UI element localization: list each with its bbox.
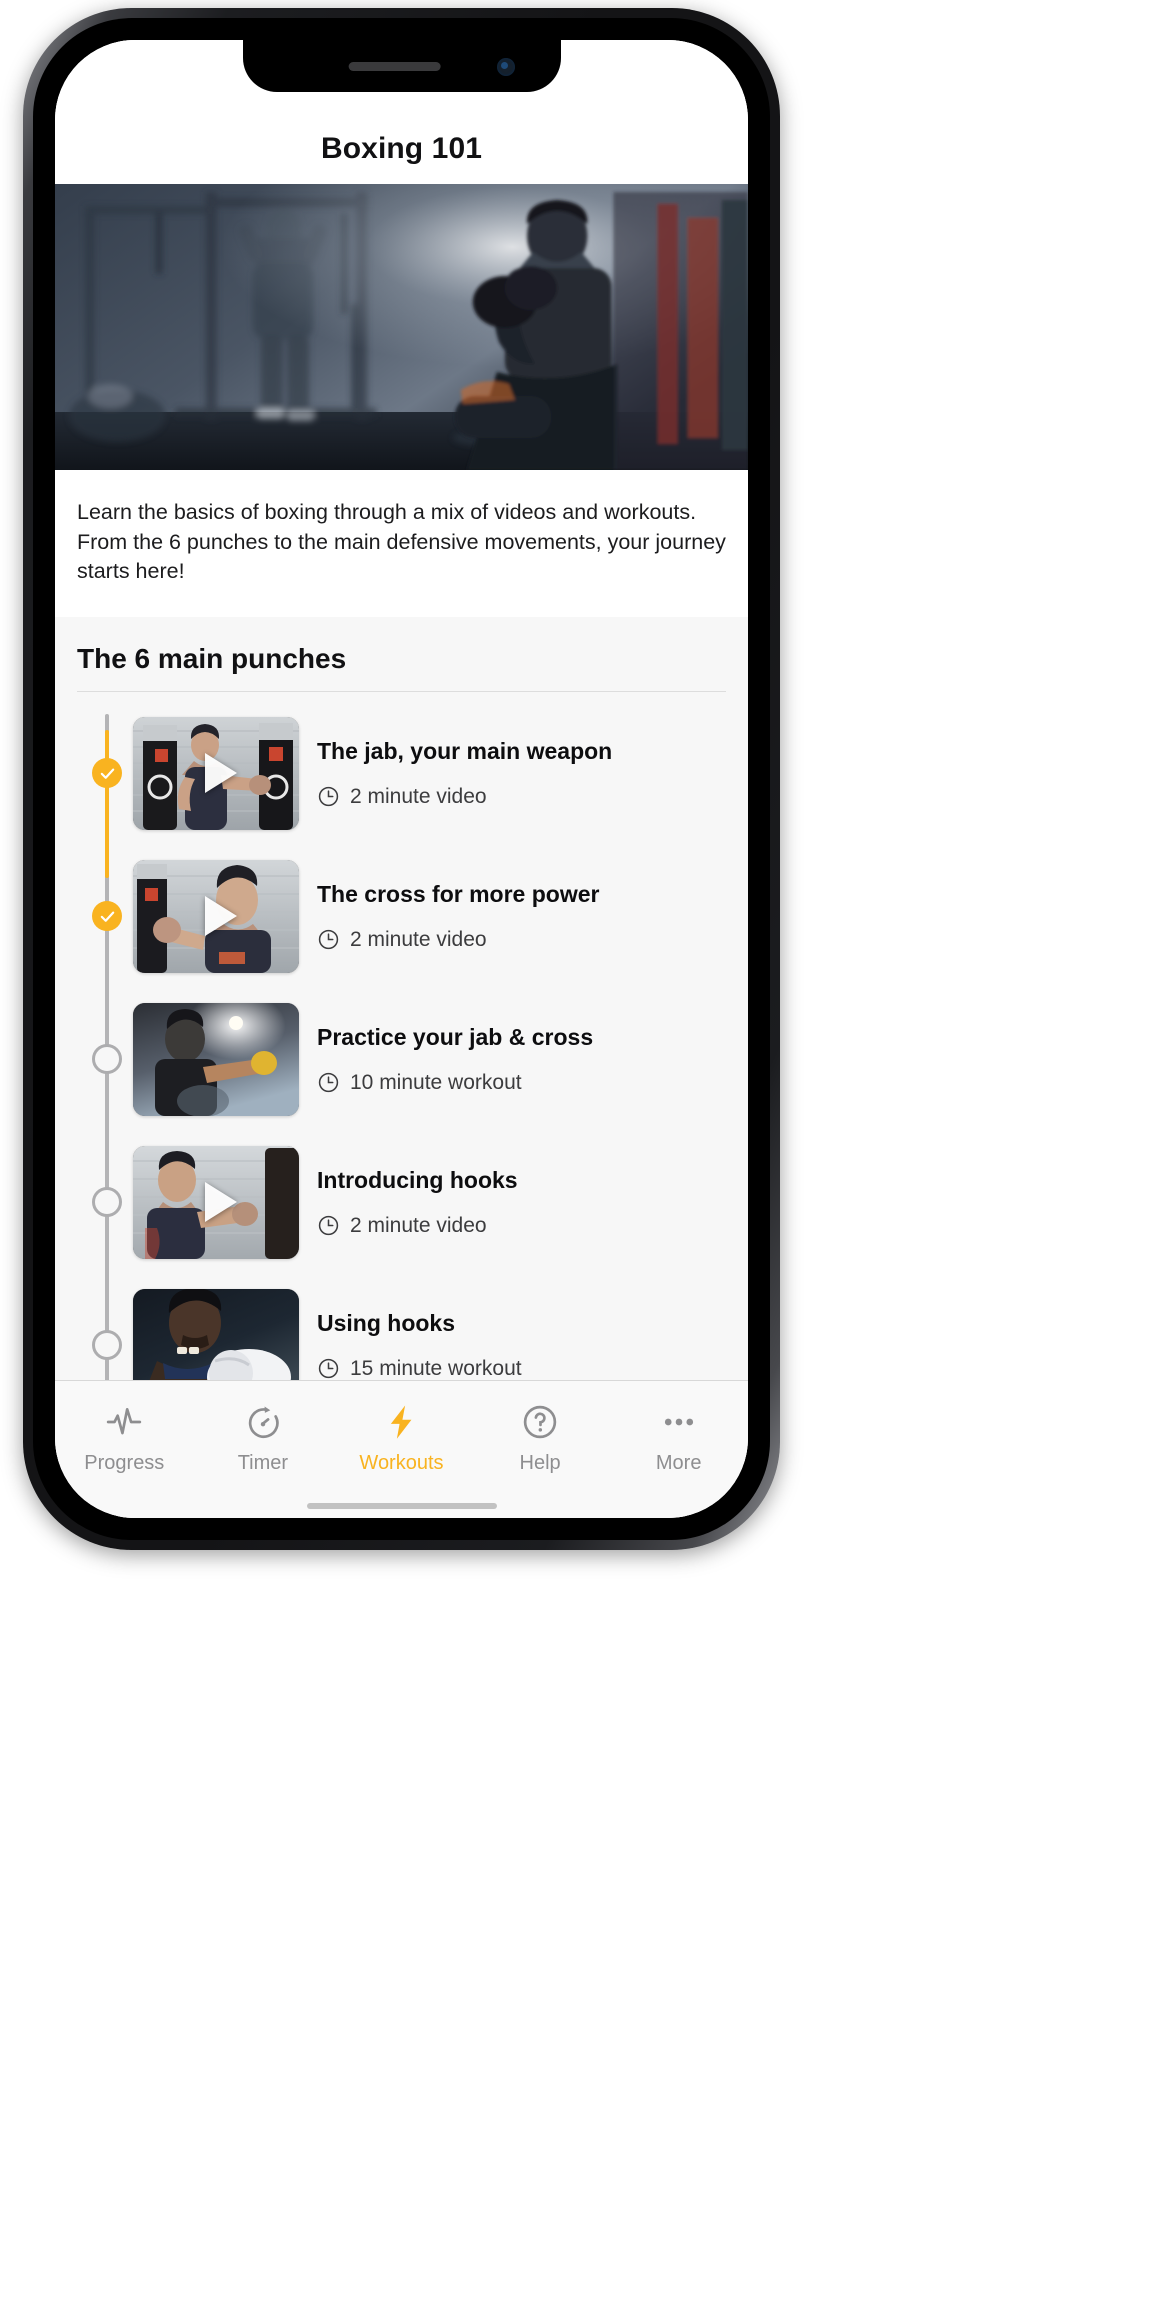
timeline-node-completed [92, 758, 122, 789]
lesson-duration-row: 10 minute workout [317, 1071, 730, 1095]
activity-pulse-icon [107, 1407, 142, 1435]
lesson-thumbnail[interactable] [133, 1145, 299, 1259]
clock-icon [318, 787, 339, 807]
tab-timer[interactable]: Timer [194, 1403, 333, 1475]
check-icon [100, 911, 114, 922]
lesson-meta: Using hooks 15 minute workout [317, 1310, 730, 1380]
tab-label: Progress [84, 1452, 165, 1474]
list-item[interactable]: The jab, your main weapon 2 minute video [55, 702, 748, 845]
lesson-duration: 2 minute video [350, 784, 487, 808]
course-description: Learn the basics of boxing through a mix… [55, 470, 748, 617]
lesson-thumbnail[interactable] [133, 1288, 299, 1380]
timeline-node-incomplete [92, 1330, 122, 1361]
lesson-duration: 2 minute video [350, 927, 487, 951]
lightning-bolt-icon [391, 1405, 412, 1439]
lesson-meta: The jab, your main weapon 2 minute video [317, 738, 730, 809]
lesson-duration-row: 2 minute video [317, 928, 730, 952]
device-notch [242, 40, 561, 92]
phone-screen: Boxing 101 Learn the basics of boxing th… [55, 40, 748, 1518]
timeline-node-incomplete [92, 1187, 122, 1218]
timeline-node-incomplete [92, 1044, 122, 1075]
lesson-title: The cross for more power [317, 880, 600, 907]
lesson-title: Introducing hooks [317, 1166, 518, 1193]
front-camera-icon [496, 58, 515, 76]
tab-label: Timer [237, 1452, 289, 1474]
lesson-meta: The cross for more power 2 minute video [317, 881, 730, 952]
lesson-thumbnail[interactable] [133, 859, 299, 973]
clock-icon [318, 930, 339, 950]
lessons-section: The 6 main punches The jab, your main we… [55, 616, 748, 1380]
clock-icon [318, 1073, 339, 1093]
timeline-node-completed [92, 901, 122, 932]
lesson-title: Using hooks [317, 1309, 456, 1336]
lesson-title: Practice your jab & cross [317, 1023, 594, 1050]
bottom-tab-bar: Progress Timer Workouts Help More [55, 1380, 748, 1518]
earpiece-speaker-icon [348, 62, 441, 71]
lesson-duration: 10 minute workout [350, 1070, 522, 1094]
list-item[interactable]: Using hooks 15 minute workout [55, 1274, 748, 1380]
lesson-thumbnail[interactable] [133, 1002, 299, 1116]
lesson-timeline: The jab, your main weapon 2 minute video [55, 692, 748, 1380]
tab-workouts[interactable]: Workouts [332, 1403, 471, 1475]
phone-bezel: Boxing 101 Learn the basics of boxing th… [33, 18, 770, 1540]
screenshot-stage: Boxing 101 Learn the basics of boxing th… [0, 0, 1173, 2321]
page-title: Boxing 101 [320, 132, 483, 165]
lesson-title: The jab, your main weapon [317, 737, 613, 764]
tab-more[interactable]: More [609, 1403, 748, 1475]
lesson-meta: Introducing hooks 2 minute video [317, 1167, 730, 1238]
tab-label: Help [519, 1452, 561, 1474]
lesson-meta: Practice your jab & cross 10 minute work… [317, 1024, 730, 1095]
hero-image [55, 184, 748, 470]
tab-help[interactable]: Help [471, 1403, 610, 1475]
check-icon [100, 768, 114, 779]
clock-icon [318, 1216, 339, 1236]
app-root: Boxing 101 Learn the basics of boxing th… [55, 40, 748, 1518]
lesson-duration-row: 2 minute video [317, 1214, 730, 1238]
tab-label: More [655, 1452, 702, 1474]
lesson-duration-row: 15 minute workout [317, 1357, 730, 1380]
question-circle-icon [523, 1405, 557, 1439]
list-item[interactable]: Practice your jab & cross 10 minute work… [55, 988, 748, 1131]
list-item[interactable]: Introducing hooks 2 minute video [55, 1131, 748, 1274]
section-title: The 6 main punches [77, 642, 347, 674]
play-icon [205, 753, 237, 794]
lesson-thumbnail[interactable] [133, 716, 299, 830]
clock-icon [318, 1359, 339, 1379]
lesson-duration: 15 minute workout [350, 1356, 522, 1380]
ellipsis-icon [664, 1418, 693, 1426]
tab-progress[interactable]: Progress [55, 1403, 194, 1475]
list-item[interactable]: The cross for more power 2 minute video [55, 845, 748, 988]
play-icon [205, 896, 237, 937]
phone-device-frame: Boxing 101 Learn the basics of boxing th… [23, 8, 780, 1550]
stopwatch-icon [248, 1406, 279, 1438]
tab-label: Workouts [359, 1452, 444, 1474]
home-indicator [306, 1503, 497, 1509]
play-icon [205, 1182, 237, 1223]
lesson-duration-row: 2 minute video [317, 785, 730, 809]
lesson-duration: 2 minute video [350, 1213, 487, 1237]
course-description-text: Learn the basics of boxing through a mix… [77, 500, 726, 584]
